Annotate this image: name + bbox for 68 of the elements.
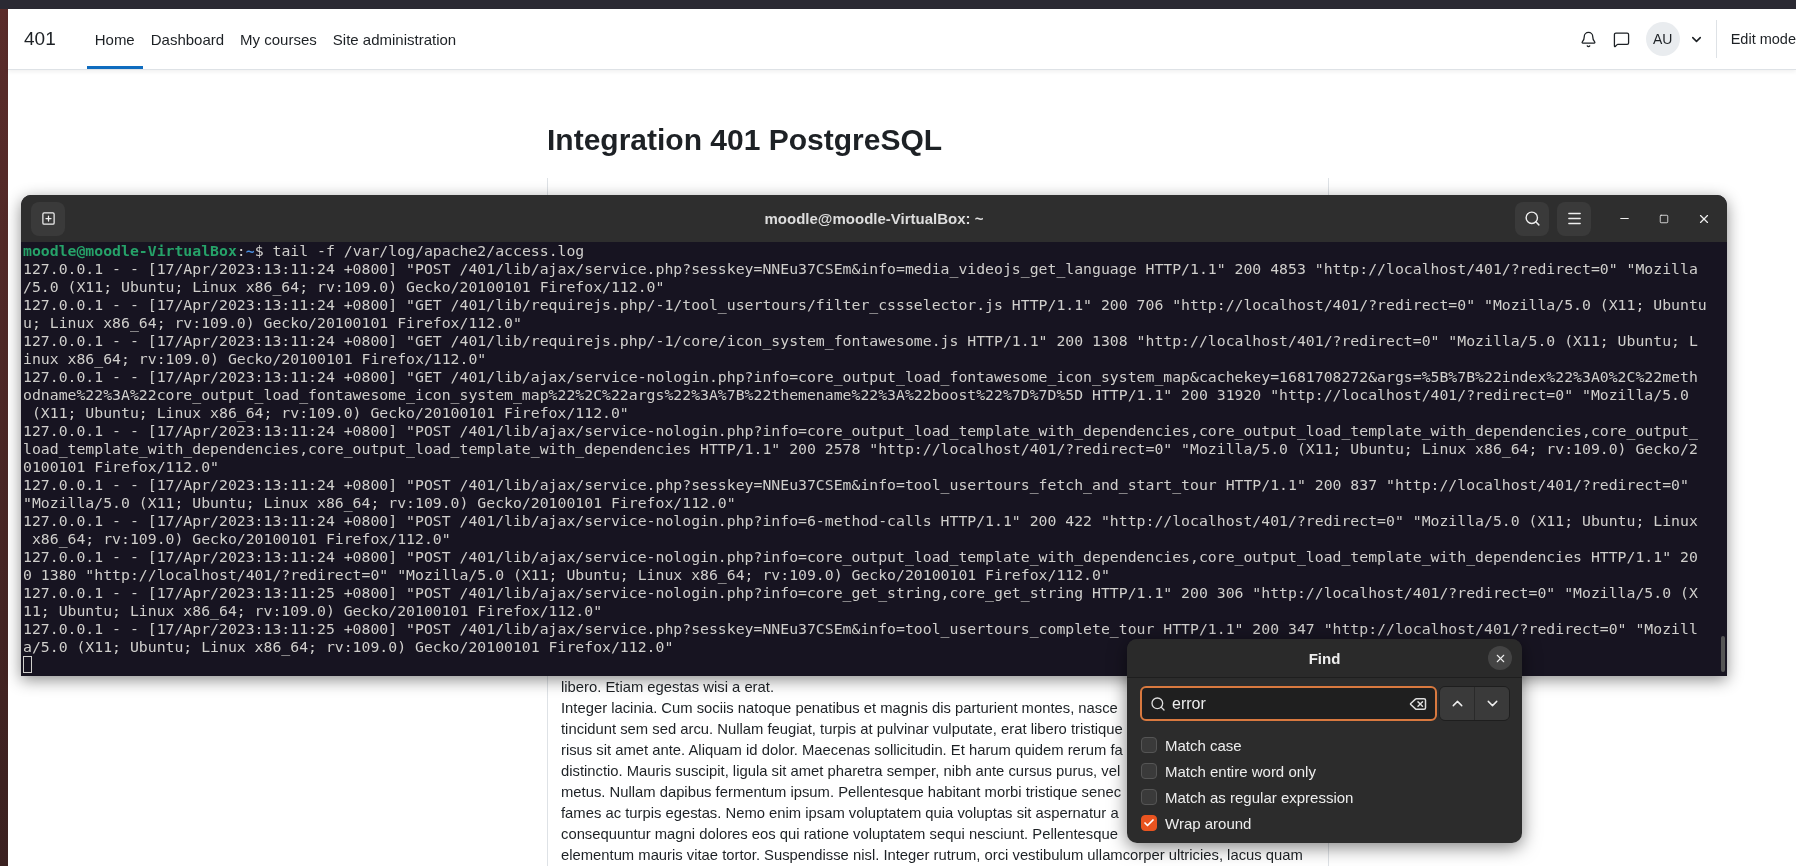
terminal-line: u; Linux x86_64; rv:109.0) Gecko/20100101 Firefox/112.0" [23, 314, 523, 332]
body-text-line: tincidunt sem sed arcu. Nullam feugiat, turpis at pulvinar vulputate, erat libero tristique [561, 720, 1123, 739]
terminal-line: x86_64; rv:109.0) Gecko/20100101 Firefox/112.0" [30, 530, 452, 548]
menu-icon [1565, 210, 1583, 227]
page-title: Integration 401 PostgreSQL [547, 122, 944, 158]
body-text-line: fames ac turpis egestas. Nemo enim ipsam voluptatem quia voluptas sit aspernatur a [561, 804, 1119, 823]
scrollbar [1721, 636, 1725, 672]
terminal-line: 0 1380 "http://localhost/401/?redirect=0" "Mozilla/5.0 (X11; Ubuntu; Linux x86_64; rv:109.0) Gecko/20100101 Firefox/112.0" [23, 566, 1111, 584]
close-button[interactable] [1488, 646, 1512, 670]
window-title: moodle@moodle-VirtualBox: ~ [764, 210, 984, 227]
terminal-line: moodle@moodle-VirtualBox:~$ tail -f /var/log/apache2/access.log [23, 242, 586, 260]
search-button[interactable] [1515, 201, 1549, 236]
body-text-line: elementum mauris vitae tortor. Suspendisse nisl. Integer rutrum, orci vestibulum ullamcorper ultricies, lacus quam [561, 846, 1303, 865]
body-text-line: risus sit amet ante. Aliquam id dolor. Maecenas sollicitudin. Et harum quidem rerum fa [561, 741, 1123, 760]
checkbox[interactable] [1141, 737, 1157, 753]
text-cursor [23, 656, 32, 673]
terminal-line: 127.0.0.1 - - [17/Apr/2023:13:11:25 +0800] "POST /401/lib/ajax/service.php?sesskey=NNEu37CSEm&info=tool_usertours_complete_tour HTTP/1.1" 200 347 "http://localhost/401/?redirect=0" "Mozill [23, 620, 1699, 638]
check-icon [1143, 817, 1155, 829]
terminal-line: 127.0.0.1 - - [17/Apr/2023:13:11:24 +0800] "POST /401/lib/ajax/service.php?sesskey=NNEu37CSEm&info=media_videojs_get_language HTTP/1.1" 200 4853 "http://localhost/401/?redirect=0" "Mozilla [23, 260, 1699, 278]
checkbox[interactable] [1141, 763, 1157, 779]
checkbox-label: Match entire word only [1165, 762, 1316, 780]
site-name[interactable]: 401 [24, 9, 56, 69]
search-icon [1150, 695, 1166, 712]
nav-link[interactable]: Dashboard [142, 9, 233, 69]
body-text-line: consequuntur magni dolores eos qui ratione voluptatem sequi nesciunt. Pellentesque [561, 825, 1118, 844]
dialog-title: Find [1308, 649, 1341, 667]
body-text-line: Integer lacinia. Cum sociis natoque penatibus et magnis dis parturient montes, nasce [561, 699, 1118, 718]
search-field[interactable]: error [1140, 686, 1438, 721]
terminal-line: 127.0.0.1 - - [17/Apr/2023:13:11:24 +0800] "POST /401/lib/ajax/service-nologin.php?info=core_output_load_template_with_dependencies,core_output_load_template_with_dependencies,core_output_ [23, 422, 1699, 440]
terminal-line: "Mozilla/5.0 (X11; Ubuntu; Linux x86_64; rv:109.0) Gecko/20100101 Firefox/112.0" [23, 494, 737, 512]
checkbox-label: Wrap around [1165, 814, 1252, 832]
terminal-line: 127.0.0.1 - - [17/Apr/2023:13:11:24 +0800] "GET /401/lib/requirejs.php/-1/tool_usertours/filter_cssselector.js HTTP/1.1" 200 706 "http://localhost/401/?redirect=0" "Mozilla/5.0 (X11; Ubuntu [23, 296, 1708, 314]
terminal-line: odname%22%3A%22core_output_load_fontawesome_icon_system_map%22%2C%22args%22%3A%7B%22themename%22%3A%22boost%22%7D%7D%5D HTTP/1.1" 200 31920 "http://localhost/401/?redirect=0" "Mozilla/5.0 [23, 386, 1690, 404]
terminal-line: 127.0.0.1 - - [17/Apr/2023:13:11:24 +0800] "POST /401/lib/ajax/service.php?sesskey=NNEu37CSEm&info=tool_usertours_fetch_and_start_tour HTTP/1.1" 200 837 "http://localhost/401/?redirect=0" [23, 476, 1690, 494]
terminal-line: a/5.0 (X11; Ubuntu; Linux x86_64; rv:109.0) Gecko/20100101 Firefox/112.0" [23, 638, 675, 656]
terminal-line: 11; Ubuntu; Linux x86_64; rv:109.0) Gecko/20100101 Firefox/112.0" [23, 602, 604, 620]
body-text-line: metus. Nullam dapibus fermentum ipsum. Pellentesque habitant morbi tristique senec [561, 783, 1122, 802]
maximize-icon [1659, 213, 1669, 224]
body-text-line: libero. Etiam egestas wisi a erat. [561, 678, 774, 697]
user-avatar[interactable]: AU [1645, 22, 1680, 56]
checkbox-label: Match case [1165, 736, 1242, 754]
terminal-line: 127.0.0.1 - - [17/Apr/2023:13:11:24 +0800] "POST /401/lib/ajax/service-nologin.php?info=core_output_load_template_with_dependencies,core_output_load_template_with_dependencies HTTP/1.1" 20 [23, 548, 1699, 566]
checkbox[interactable] [1141, 789, 1157, 805]
previous-button[interactable] [1440, 687, 1475, 720]
terminal-line: /5.0 (X11; Ubuntu; Linux x86_64; rv:109.0) Gecko/20100101 Firefox/112.0" [23, 278, 666, 296]
nav-link[interactable]: Home [86, 9, 143, 69]
chat-icon[interactable] [1612, 30, 1630, 48]
nav-link[interactable]: My courses [232, 9, 325, 69]
search-icon [1523, 210, 1541, 227]
search-input[interactable]: error [1172, 694, 1404, 713]
nav-link[interactable]: Site administration [324, 9, 465, 69]
terminal-line: (X11; Ubuntu; Linux x86_64; rv:109.0) Gecko/20100101 Firefox/112.0" [30, 404, 630, 422]
menu-button[interactable] [1557, 201, 1591, 236]
body-text-line: distinctio. Mauris suscipit, ligula sit amet pharetra semper, nibh ante cursus purus, vel [561, 762, 1121, 781]
edit-mode-label[interactable]: Edit mode [1730, 31, 1796, 47]
checkbox-label: Match as regular expression [1165, 788, 1354, 806]
terminal-line: 127.0.0.1 - - [17/Apr/2023:13:11:24 +0800] "GET /401/lib/requirejs.php/-1/core/icon_system_fontawesome.js HTTP/1.1" 200 1308 "http://localhost/401/?redirect=0" "Mozilla/5.0 (X11; Ubuntu; L [23, 332, 1699, 350]
terminal-line: 127.0.0.1 - - [17/Apr/2023:13:11:24 +0800] "GET /401/lib/ajax/service-nologin.php?info=core_output_load_fontawesome_icon_system_map&cachekey=1681708272&args=%5B%7B%22index%22%3A0%2C%22meth [23, 368, 1699, 386]
terminal-line: load_template_with_dependencies,core_output_load_template_with_dependencies HTTP/1.1" 200 2578 "http://localhost/401/?redirect=0" "Mozilla/5.0 (X11; Ubuntu; Linux x86_64; rv:109.0) Gecko/2 [23, 440, 1699, 458]
terminal-line: 0100101 Firefox/112.0" [23, 458, 220, 476]
terminal-line: 127.0.0.1 - - [17/Apr/2023:13:11:24 +0800] "POST /401/lib/ajax/service-nologin.php?info=6-method-calls HTTP/1.1" 200 422 "http://localhost/401/?redirect=0" "Mozilla/5.0 (X11; Ubuntu; Linux [23, 512, 1699, 530]
terminal-line: 127.0.0.1 - - [17/Apr/2023:13:11:25 +0800] "POST /401/lib/ajax/service-nologin.php?info=core_get_string,core_get_string HTTP/1.1" 200 306 "http://localhost/401/?redirect=0" "Mozilla/5.0 (X [23, 584, 1699, 602]
bell-icon[interactable] [1579, 30, 1597, 48]
plus-icon [40, 211, 56, 226]
checkbox[interactable] [1141, 815, 1157, 831]
new-tab-button[interactable] [31, 201, 65, 236]
next-button[interactable] [1474, 687, 1509, 720]
terminal-line: inux x86_64; rv:109.0) Gecko/20100101 Firefox/112.0" [23, 350, 488, 368]
